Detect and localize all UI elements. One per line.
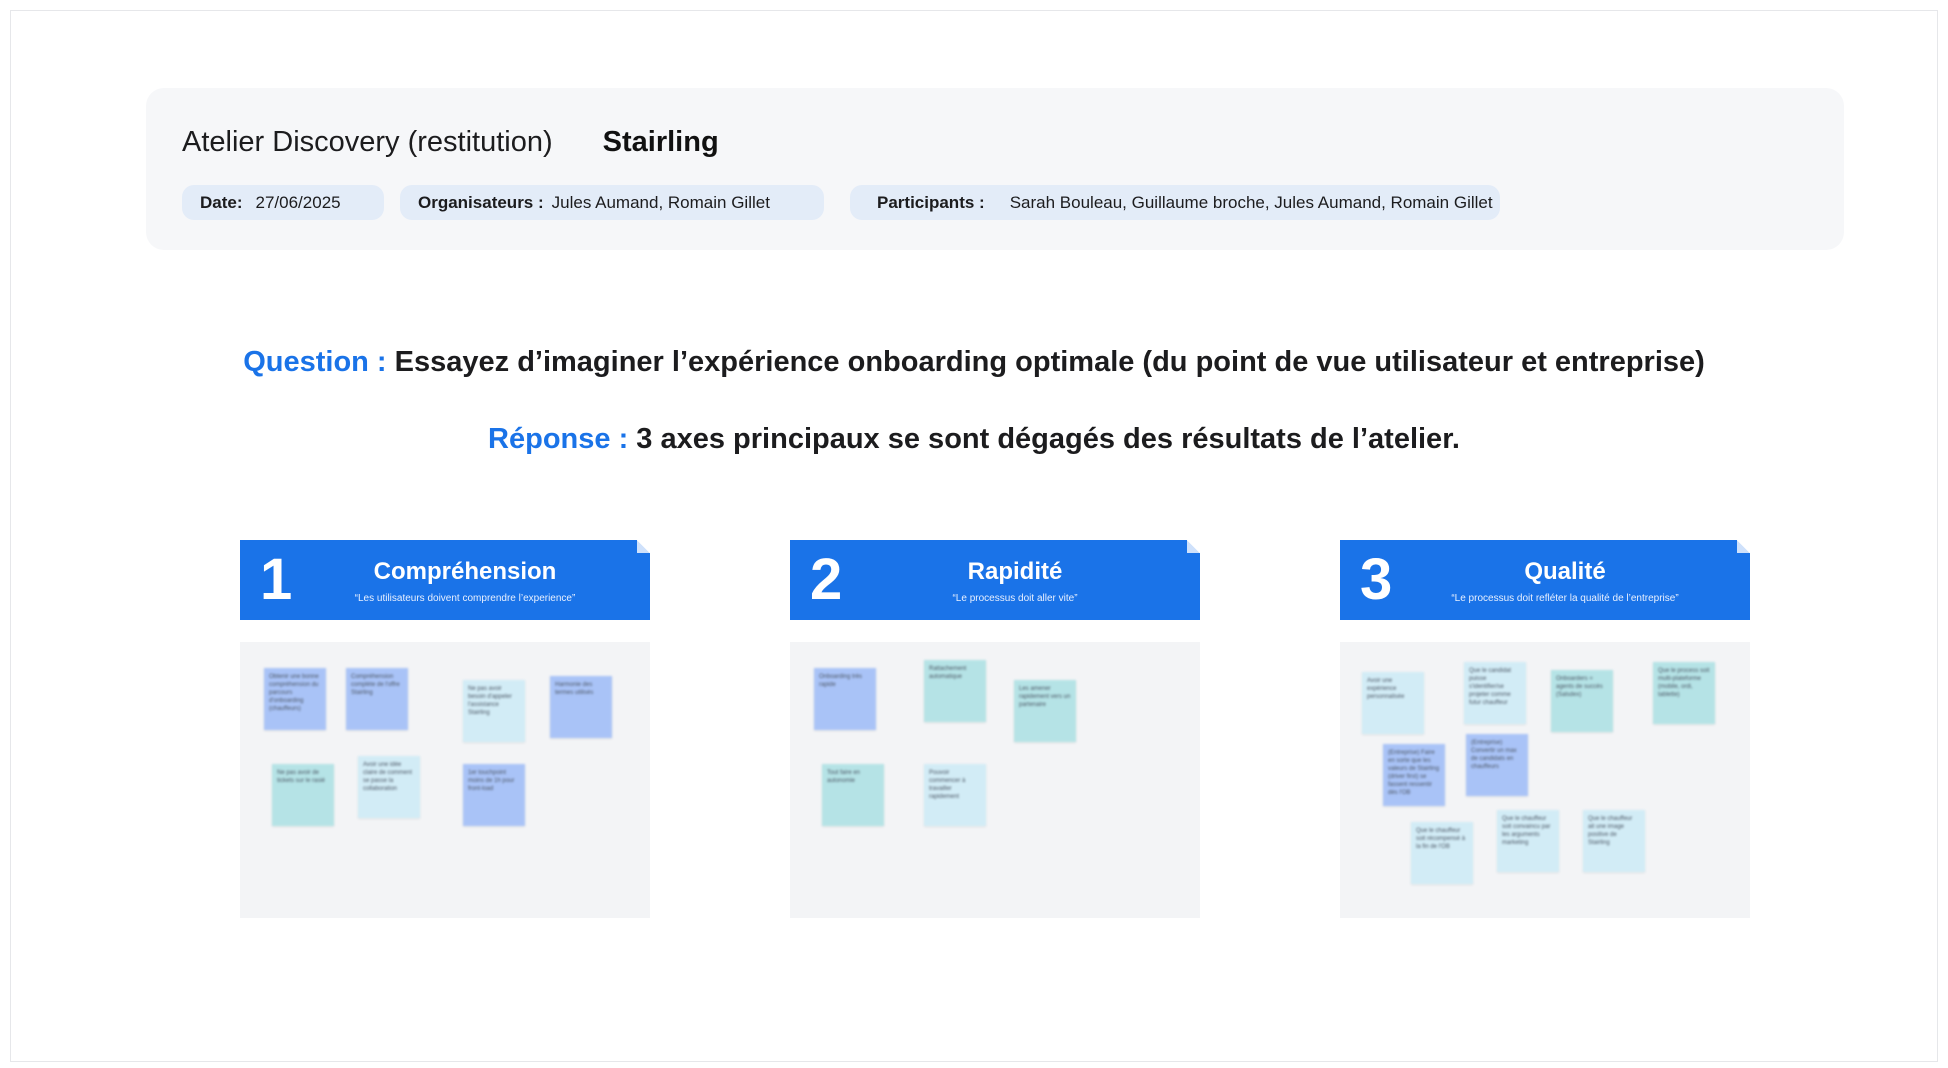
axis-title: Qualité xyxy=(1524,558,1606,585)
sticky-board: Avoir une expérience personnalisée Que l… xyxy=(1340,642,1750,918)
question-line: Question : Essayez d’imaginer l’expérien… xyxy=(0,346,1948,379)
axis-header: 3 Qualité “Le processus doit refléter la… xyxy=(1340,540,1750,620)
sticky-note: (Entreprise) Convertir un max de candida… xyxy=(1466,734,1528,796)
axis-subtitle: “Le processus doit refléter la qualité d… xyxy=(1451,593,1679,604)
sticky-note: Tout faire en autonomie xyxy=(822,764,884,826)
question-label: Question : xyxy=(243,346,387,378)
page-fold-icon xyxy=(1187,540,1200,553)
page-fold-icon xyxy=(1737,540,1750,553)
organizers-value: Jules Aumand, Romain Gillet xyxy=(551,192,770,212)
sticky-note: Compréhension complète de l'offre Stairl… xyxy=(346,668,408,730)
response-line: Réponse : 3 axes principaux se sont déga… xyxy=(0,423,1948,456)
axis-card-rapidite: 2 Rapidité “Le processus doit aller vite… xyxy=(790,540,1200,918)
page-fold-icon xyxy=(637,540,650,553)
sticky-board: Obtenir une bonne compréhension du parco… xyxy=(240,642,650,918)
header-card: Atelier Discovery (restitution) Stairlin… xyxy=(146,88,1844,250)
date-chip: Date: 27/06/2025 xyxy=(182,185,384,220)
sticky-note: Que le process soit multi-plateforme (mo… xyxy=(1653,662,1715,724)
sticky-note: Obtenir une bonne compréhension du parco… xyxy=(264,668,326,730)
page-title: Atelier Discovery (restitution) xyxy=(182,126,553,158)
sticky-note: Ne pas avoir besoin d'appeler l'assistan… xyxy=(463,680,525,742)
sticky-note: Que le candidat puisse s'identifier/se p… xyxy=(1464,662,1526,724)
brand-name: Stairling xyxy=(602,126,719,158)
sticky-note: Onboarders = agents de succès (Salsdex) xyxy=(1551,670,1613,732)
date-value: 27/06/2025 xyxy=(255,192,341,212)
sticky-note: Que le chauffeur soit récompensé à la fi… xyxy=(1411,822,1473,884)
sticky-note: Que le chauffeur soit convaincu par les … xyxy=(1497,810,1559,872)
sticky-board: Onboarding très rapide Rattachement auto… xyxy=(790,642,1200,918)
axis-card-qualite: 3 Qualité “Le processus doit refléter la… xyxy=(1340,540,1750,918)
sticky-note: Rattachement automatique xyxy=(924,660,986,722)
sticky-note: Onboarding très rapide xyxy=(814,668,876,730)
sticky-note: Harmonie des termes utilisés xyxy=(550,676,612,738)
sticky-note: (Entreprise) Faire en sorte que les vale… xyxy=(1383,744,1445,806)
response-label: Réponse : xyxy=(488,423,629,455)
axis-header: 2 Rapidité “Le processus doit aller vite… xyxy=(790,540,1200,620)
sticky-note: Que le chauffeur ait une image positive … xyxy=(1583,810,1645,872)
participants-value: Sarah Bouleau, Guillaume broche, Jules A… xyxy=(1009,192,1493,212)
sticky-note: Ne pas avoir de tickets sur le rasié xyxy=(272,764,334,826)
axis-card-comprehension: 1 Compréhension “Les utilisateurs doiven… xyxy=(240,540,650,918)
participants-chip: Participants : Sarah Bouleau, Guillaume … xyxy=(850,185,1500,220)
axis-subtitle: “Le processus doit aller vite” xyxy=(952,593,1078,604)
date-label: Date: xyxy=(200,192,243,212)
organizers-chip: Organisateurs : Jules Aumand, Romain Gil… xyxy=(400,185,824,220)
axis-title: Rapidité xyxy=(967,558,1063,585)
sticky-note: Avoir une idée claire de comment se pass… xyxy=(358,756,420,818)
sticky-note: Avoir une expérience personnalisée xyxy=(1362,672,1424,734)
title-row: Atelier Discovery (restitution) Stairlin… xyxy=(182,126,719,159)
sticky-note: Pouvoir commencer à travailler rapidemen… xyxy=(924,764,986,826)
axis-header: 1 Compréhension “Les utilisateurs doiven… xyxy=(240,540,650,620)
axis-subtitle: “Les utilisateurs doivent comprendre l’e… xyxy=(354,593,576,604)
axis-title: Compréhension xyxy=(373,558,557,585)
participants-label: Participants : xyxy=(877,192,985,212)
response-text: 3 axes principaux se sont dégagés des ré… xyxy=(628,423,1460,455)
question-text: Essayez d’imaginer l’expérience onboardi… xyxy=(386,346,1705,378)
sticky-note: 1er touchpoint moins de 1h pour front-lo… xyxy=(463,764,525,826)
organizers-label: Organisateurs : xyxy=(418,192,544,212)
sticky-note: Les amener rapidement vers un partenaire xyxy=(1014,680,1076,742)
